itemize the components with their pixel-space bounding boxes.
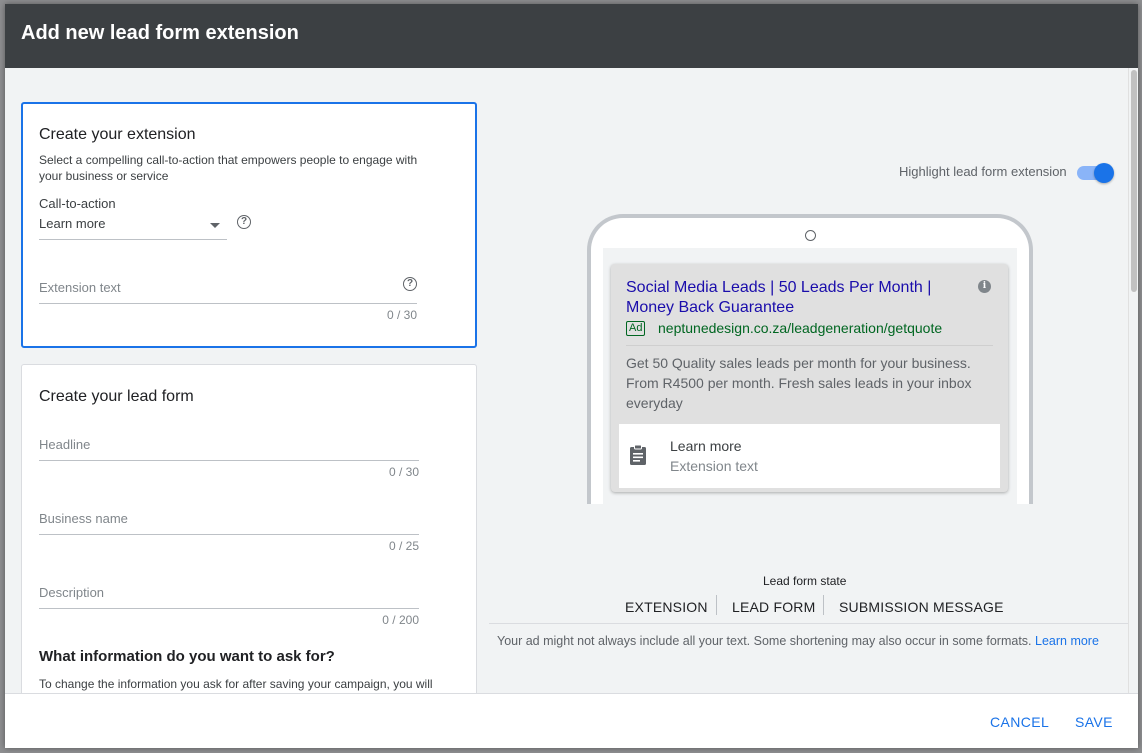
lead-form-state-label: Lead form state	[763, 574, 847, 588]
preview-scrollbar[interactable]	[1128, 68, 1138, 693]
ad-description: Get 50 Quality sales leads per month for…	[626, 355, 972, 411]
notice-text: Your ad might not always include all you…	[497, 634, 1032, 648]
business-name-placeholder: Business name	[39, 511, 128, 526]
extension-card-title: Create your extension	[39, 126, 196, 143]
ad-divider	[626, 345, 993, 346]
clipboard-icon	[630, 444, 646, 465]
extension-text-underline	[39, 303, 417, 304]
tab-submission-message[interactable]: SUBMISSION MESSAGE	[839, 599, 1004, 615]
cta-value: Learn more	[39, 216, 106, 231]
lead-form-card-title: Create your lead form	[39, 388, 194, 405]
lead-form-dialog: Add new lead form extension Create your …	[5, 4, 1138, 748]
scroll-thumb[interactable]	[1131, 70, 1137, 292]
preview-pane: Highlight lead form extension Social Med…	[489, 68, 1138, 693]
extension-preview-title: Learn more	[670, 438, 742, 454]
extension-card-subtitle: Select a compelling call-to-action that …	[39, 153, 418, 183]
business-name-counter: 0 / 25	[388, 539, 419, 553]
help-icon[interactable]: ?	[403, 277, 417, 291]
description-field[interactable]: Description	[39, 579, 419, 609]
business-name-underline	[39, 534, 419, 535]
description-underline	[39, 608, 419, 609]
form-pane: Create your extension Select a compellin…	[5, 68, 489, 693]
headline-counter: 0 / 30	[388, 465, 419, 479]
ad-url: neptunedesign.co.za/leadgeneration/getqu…	[658, 320, 943, 336]
headline-underline	[39, 460, 419, 461]
tab-extension[interactable]: EXTENSION	[625, 599, 708, 615]
ad-preview-card: Social Media Leads | 50 Leads Per Month …	[611, 264, 1008, 492]
description-placeholder: Description	[39, 585, 105, 600]
extension-text-placeholder: Extension text	[39, 280, 121, 295]
extension-text-counter: 0 / 30	[386, 308, 417, 322]
headline-field[interactable]: Headline	[39, 431, 419, 461]
info-section-title: What information do you want to ask for?	[39, 648, 335, 665]
cancel-button[interactable]: CANCEL	[990, 714, 1049, 730]
phone-preview: Social Media Leads | 50 Leads Per Month …	[587, 214, 1033, 504]
cta-underline	[39, 239, 227, 240]
extension-card: Create your extension Select a compellin…	[21, 102, 477, 348]
tab-separator	[823, 595, 824, 615]
business-name-field[interactable]: Business name	[39, 505, 419, 535]
headline-placeholder: Headline	[39, 437, 91, 452]
camera-icon	[805, 230, 816, 241]
dialog-title: Add new lead form extension	[21, 22, 299, 44]
ad-badge: Ad	[626, 321, 646, 336]
shortening-notice: Your ad might not always include all you…	[497, 634, 1117, 649]
chevron-down-icon	[210, 223, 220, 228]
info-section-text: To change the information you ask for af…	[39, 677, 433, 691]
info-icon[interactable]: i	[978, 280, 991, 293]
extension-text-field[interactable]: Extension text	[39, 274, 417, 304]
ad-headline: Social Media Leads | 50 Leads Per Month …	[626, 279, 932, 316]
toggle-knob[interactable]	[1094, 163, 1114, 183]
tab-separator	[716, 595, 717, 615]
highlight-toggle-label: Highlight lead form extension	[899, 164, 1067, 179]
extension-preview: Learn more Extension text	[619, 424, 1000, 488]
learn-more-link[interactable]: Learn more	[1035, 634, 1099, 648]
notice-divider	[489, 623, 1128, 624]
save-button[interactable]: SAVE	[1075, 714, 1113, 730]
dialog-footer: CANCEL SAVE	[5, 693, 1138, 748]
lead-form-card: Create your lead form Headline 0 / 30 Bu…	[21, 364, 477, 693]
tab-lead-form[interactable]: LEAD FORM	[732, 599, 815, 615]
dialog-header: Add new lead form extension	[5, 4, 1138, 68]
cta-label: Call-to-action	[39, 196, 116, 211]
phone-screen: Social Media Leads | 50 Leads Per Month …	[603, 248, 1017, 504]
extension-preview-subtitle: Extension text	[670, 458, 758, 474]
description-counter: 0 / 200	[382, 613, 419, 627]
cta-dropdown[interactable]: Learn more	[39, 214, 227, 240]
help-icon[interactable]: ?	[237, 215, 251, 229]
